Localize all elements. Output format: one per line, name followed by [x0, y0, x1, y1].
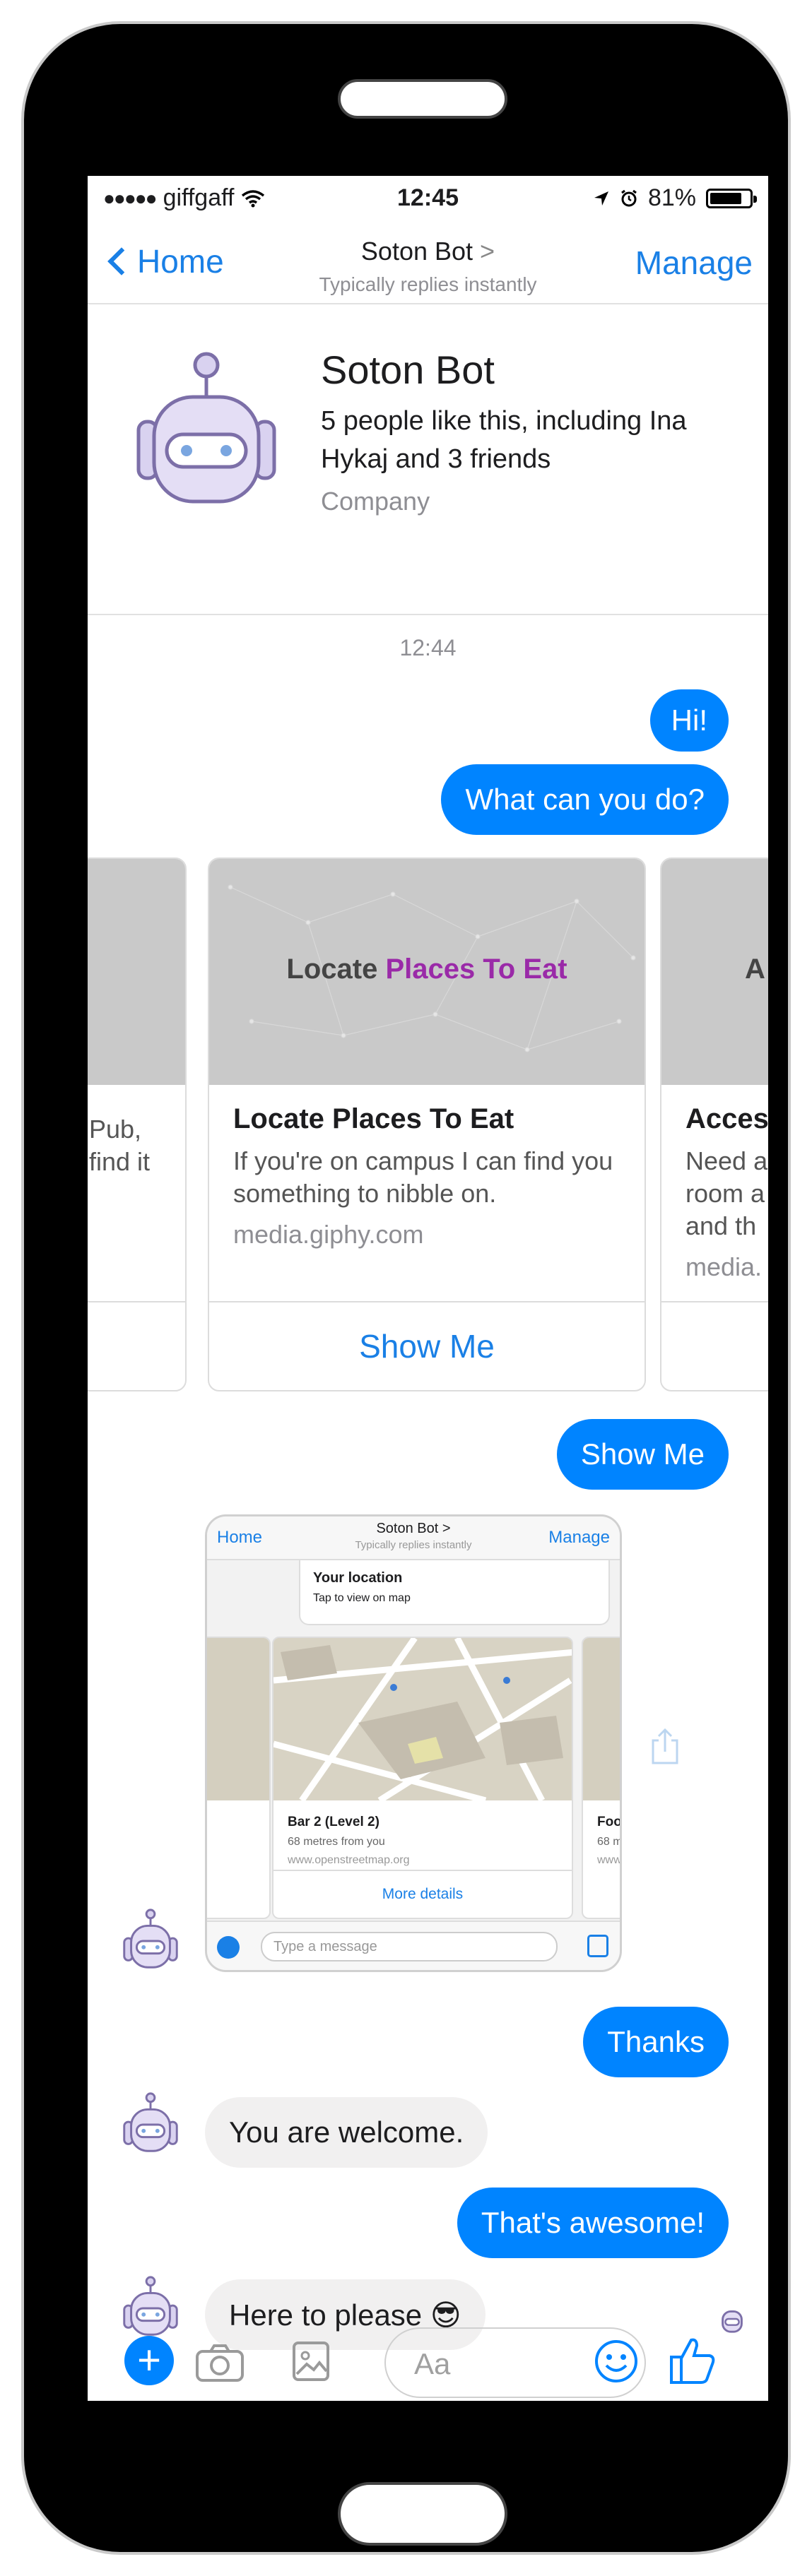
screenshot-card-url: www.openstreetmap.org [288, 1854, 410, 1866]
chevron-right-icon: > [480, 237, 495, 266]
banner-highlight: Places To Eat [385, 954, 567, 985]
card-source: media.giphy.com [233, 1220, 424, 1249]
profile-name: Soton Bot [321, 348, 495, 392]
screenshot-like-icon [587, 1935, 608, 1957]
card-description-line: find it [89, 1147, 151, 1176]
battery-fill [710, 192, 741, 204]
screenshot-location-sub: Tap to view on map [313, 1592, 411, 1604]
screenshot-map-card [207, 1637, 271, 1919]
composer-bar: + Aa [88, 2322, 768, 2401]
phone-speaker [338, 79, 507, 119]
show-me-button[interactable]: Show Me [209, 1301, 645, 1390]
map-thumbnail [273, 1638, 572, 1804]
camera-icon[interactable] [195, 2343, 245, 2382]
screenshot-card-url: www. [597, 1854, 622, 1866]
like-thumb-icon[interactable] [669, 2336, 717, 2385]
screenshot-card-distance: 68 metres from you [288, 1836, 385, 1848]
message-bubble-out[interactable]: Thanks [583, 2007, 729, 2077]
carousel-card[interactable]: Pub, find it [88, 857, 187, 1391]
card-image [88, 859, 185, 1085]
profile-likes: 5 people like this, including Ina Hykaj … [321, 406, 687, 474]
status-right: 81% [593, 184, 757, 212]
card-description-line: Pub, [89, 1115, 142, 1144]
card-title: Acces [686, 1103, 768, 1134]
message-timestamp: 12:44 [399, 635, 457, 660]
screenshot-map-card: Food 68 m www. [582, 1637, 622, 1919]
screenshot-location-title: Your location [313, 1570, 403, 1586]
bot-avatar-icon[interactable] [129, 344, 284, 506]
card-button[interactable] [661, 1301, 768, 1390]
screenshot-expand-icon [217, 1936, 240, 1959]
bot-avatar-icon[interactable] [116, 1906, 185, 1976]
card-image: Locate Places To Eat [209, 859, 645, 1085]
card-title: Locate Places To Eat [233, 1103, 514, 1134]
profile-header: Soton Bot 5 people like this, including … [88, 306, 768, 539]
manage-button[interactable]: Manage [635, 244, 753, 282]
alarm-icon [621, 189, 637, 206]
bot-avatar-icon[interactable] [116, 2090, 185, 2159]
card-source: media. [686, 1252, 763, 1281]
card-description-line: room a [686, 1179, 765, 1208]
screenshot-map-card: Bar 2 (Level 2) 68 metres from you www.o… [272, 1637, 573, 1919]
card-description: Need a room a and th [686, 1145, 768, 1242]
nav-bar: Home Soton Bot > Typically replies insta… [88, 220, 768, 304]
card-description-line: Need a [686, 1146, 768, 1175]
card-description: Pub, find it [89, 1113, 161, 1178]
card-banner-text: A [745, 954, 765, 985]
message-bubble-out[interactable]: Hi! [649, 689, 729, 752]
location-arrow-icon [594, 191, 608, 206]
card-description: If you're on campus I can find you somet… [233, 1146, 613, 1208]
card-image: A [661, 859, 768, 1085]
screenshot-card-distance: 68 m [597, 1836, 622, 1848]
phone-home-button [338, 2482, 507, 2546]
map-thumbnail [583, 1638, 620, 1800]
message-bubble-out[interactable]: That's awesome! [457, 2188, 729, 2258]
add-button[interactable]: + [124, 2336, 174, 2385]
screenshot-card-button: More details [273, 1870, 572, 1918]
photo-gallery-icon[interactable] [291, 2340, 331, 2382]
shared-screenshot[interactable]: Home Soton Bot > Typically replies insta… [205, 1514, 622, 1972]
battery-icon [706, 188, 757, 208]
card-body: Locate Places To Eat If you're on campus… [209, 1085, 645, 1304]
phone-screen: ●●●●● giffgaff 12:45 81% Home Soton Bot … [88, 176, 768, 2401]
profile-category: Company [321, 487, 430, 516]
carousel-card[interactable]: A Acces Need a room a and th media. [660, 857, 768, 1391]
battery-percent: 81% [647, 184, 696, 211]
card-description-line: and th [686, 1211, 757, 1240]
banner-plain: Locate [286, 954, 386, 985]
screenshot-manage: Manage [548, 1528, 610, 1547]
screenshot-card-title: Bar 2 (Level 2) [288, 1815, 379, 1829]
card-body: Acces Need a room a and th media. [661, 1085, 768, 1304]
card-button[interactable] [88, 1301, 185, 1390]
message-bubble-in[interactable]: You are welcome. [205, 2097, 488, 2168]
phone-frame: ●●●●● giffgaff 12:45 81% Home Soton Bot … [21, 21, 791, 2555]
screenshot-location-card: Your location Tap to view on map [299, 1560, 610, 1625]
message-bubble-out[interactable]: Show Me [556, 1419, 729, 1490]
screenshot-nav: Home Soton Bot > Typically replies insta… [207, 1516, 620, 1560]
card-body: Pub, find it [88, 1085, 185, 1304]
map-image [273, 1638, 572, 1804]
conversation-title-text: Soton Bot [360, 237, 473, 266]
share-icon[interactable] [649, 1728, 681, 1766]
screenshot-input: Type a message [261, 1932, 558, 1961]
map-thumbnail [207, 1638, 269, 1800]
emoji-icon[interactable] [594, 2339, 639, 2384]
screenshot-composer: Type a message [207, 1921, 620, 1970]
screenshot-card-title: Food [597, 1815, 622, 1829]
carousel-card[interactable]: Locate Places To Eat Locate Places To Ea… [208, 857, 646, 1391]
card-banner-text: Locate Places To Eat [209, 954, 645, 985]
status-bar: ●●●●● giffgaff 12:45 81% [88, 176, 768, 218]
message-bubble-out[interactable]: What can you do? [441, 764, 729, 835]
profile-divider [88, 614, 768, 615]
